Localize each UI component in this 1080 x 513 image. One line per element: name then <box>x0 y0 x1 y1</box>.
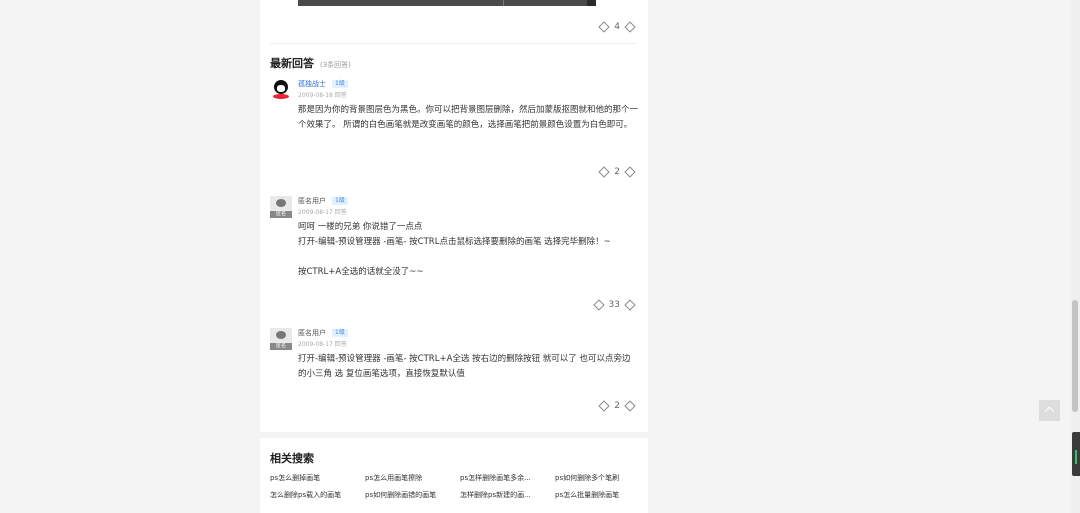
related-link[interactable]: ps怎样删除画笔多余... <box>460 473 555 483</box>
top-vote-bar: 4 <box>598 21 636 33</box>
level-badge: 1级 <box>332 80 348 88</box>
answer-line: 打开-编辑-预设管理器 -画笔- 按CTRL+A全选 按右边的删除按钮 就可以了… <box>298 354 631 379</box>
anonymous-avatar: 匿名 <box>270 328 292 350</box>
username-link[interactable]: 孤独战士 <box>298 79 326 89</box>
related-link[interactable]: ps怎么批量删除画笔 <box>555 490 646 500</box>
answer-line: 按CTRL+A全选的话就全没了~~ <box>298 267 424 277</box>
vote-count: 4 <box>614 22 620 32</box>
answer-date: 2009-08-17 回答 <box>298 341 347 348</box>
related-link[interactable]: ps怎么用画笔擦除 <box>365 473 460 483</box>
level-badge: 1级 <box>332 197 348 205</box>
related-link[interactable]: ps如何删除多个笔刷 <box>555 473 646 483</box>
answer-count: (3条回答) <box>320 61 351 69</box>
answer-item: 孤独战士 1级 2009-08-18 回答 那是因为你的背景图层色为黑色。你可以… <box>270 79 638 179</box>
answer-line: 那是因为你的背景图层色为黑色。你可以把背景图层删除，然后加蒙版抠图就和他的那个一… <box>298 105 639 130</box>
answer-text: 打开-编辑-预设管理器 -画笔- 按CTRL+A全选 按右边的删除按钮 就可以了… <box>298 352 638 382</box>
username: 匿名用户 <box>298 329 326 337</box>
answer-item: 匿名 匿名用户 1级 2009-08-17 回答 打开-编辑-预设管理器 -画笔… <box>270 328 638 388</box>
section-title-text: 最新回答 <box>270 57 314 70</box>
divider <box>270 43 636 44</box>
answer-date: 2009-08-17 回答 <box>298 209 347 216</box>
related-link[interactable]: 怎样删除ps新建的画... <box>460 490 555 500</box>
avatar-label: 匿名 <box>270 343 292 350</box>
related-search-links: ps怎么删掉画笔 ps怎么用画笔擦除 ps怎样删除画笔多余... ps如何删除多… <box>270 473 646 500</box>
anonymous-avatar: 匿名 <box>270 196 292 218</box>
vote-up-icon[interactable] <box>598 400 610 412</box>
answer-text: 呵呵 一楼的兄弟 你说错了一点点 打开-编辑-预设管理器 -画笔- 按CTRL点… <box>298 220 638 280</box>
image-edge <box>587 0 596 6</box>
answer-blank-line <box>298 250 638 265</box>
answer-line: 打开-编辑-预设管理器 -画笔- 按CTRL点击鼠标选择要删除的画笔 选择完毕删… <box>298 237 611 247</box>
answer-line: 呵呵 一楼的兄弟 你说错了一点点 <box>298 222 423 232</box>
scrollbar-thumb[interactable] <box>1072 300 1078 412</box>
answer-vote-bar: 33 <box>592 299 636 311</box>
vote-down-icon[interactable] <box>624 166 636 178</box>
answer-user: 孤独战士 1级 <box>298 79 348 89</box>
vote-count: 33 <box>608 300 620 310</box>
answer-image-bottom[interactable] <box>298 0 596 6</box>
back-to-top-icon <box>1044 406 1055 417</box>
vote-up-icon[interactable] <box>598 166 610 178</box>
vote-down-icon[interactable] <box>624 299 636 311</box>
related-search-card: 相关搜索 ps怎么删掉画笔 ps怎么用画笔擦除 ps怎样删除画笔多余... ps… <box>260 438 648 513</box>
answers-card: 4 最新回答 (3条回答) 孤独战士 1级 2009-08-18 回答 那是因为你… <box>260 0 648 432</box>
level-badge: 1级 <box>332 329 348 337</box>
side-widget-indicator <box>1075 450 1077 464</box>
side-widget-tab[interactable] <box>1072 432 1080 476</box>
answer-user: 匿名用户 1级 <box>298 196 348 206</box>
avatar-face <box>277 85 285 92</box>
answer-item: 匿名 匿名用户 1级 2009-08-17 回答 呵呵 一楼的兄弟 你说错了一点… <box>270 196 638 296</box>
related-search-title: 相关搜索 <box>270 452 314 465</box>
vote-down-icon[interactable] <box>624 400 636 412</box>
answer-user: 匿名用户 1级 <box>298 328 348 338</box>
answer-text: 那是因为你的背景图层色为黑色。你可以把背景图层删除，然后加蒙版抠图就和他的那个一… <box>298 103 638 133</box>
vote-down-icon[interactable] <box>624 21 636 33</box>
qq-penguin-avatar[interactable] <box>270 79 292 101</box>
avatar-scarf <box>273 94 289 99</box>
answer-vote-bar: 2 <box>598 166 636 178</box>
page: 4 最新回答 (3条回答) 孤独战士 1级 2009-08-18 回答 那是因为你… <box>0 0 1080 513</box>
vote-count: 2 <box>614 167 620 177</box>
related-link[interactable]: ps如何删除画错的画笔 <box>365 490 460 500</box>
back-to-top-button[interactable] <box>1039 400 1060 421</box>
avatar-figure <box>276 331 286 339</box>
avatar-figure <box>276 199 286 207</box>
answer-vote-bar: 2 <box>598 400 636 412</box>
vote-count: 2 <box>614 401 620 411</box>
related-link[interactable]: ps怎么删掉画笔 <box>270 473 365 483</box>
answers-section-title: 最新回答 (3条回答) <box>270 55 351 71</box>
answer-date: 2009-08-18 回答 <box>298 92 347 99</box>
vote-up-icon[interactable] <box>592 299 605 311</box>
image-divider <box>503 0 504 6</box>
avatar-label: 匿名 <box>270 211 292 218</box>
vote-up-icon[interactable] <box>598 21 610 33</box>
related-link[interactable]: 怎么删除ps载入的画笔 <box>270 490 365 500</box>
username: 匿名用户 <box>298 197 326 205</box>
